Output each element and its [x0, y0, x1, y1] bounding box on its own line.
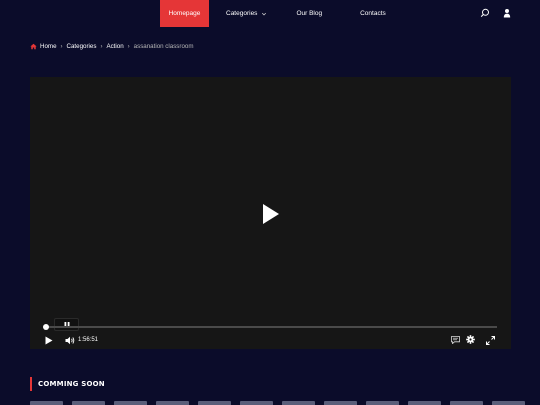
breadcrumb-current: assanation classroom: [133, 43, 194, 50]
coming-soon-thumbnail[interactable]: [408, 401, 441, 405]
coming-soon-thumbnail[interactable]: [450, 401, 483, 405]
breadcrumb: Home › Categories › Action › assanation …: [30, 42, 194, 51]
user-icon[interactable]: [502, 8, 512, 18]
pause-button[interactable]: [54, 318, 79, 331]
coming-soon-thumbnail[interactable]: [114, 401, 147, 405]
search-icon[interactable]: [480, 8, 490, 18]
gear-icon[interactable]: [466, 335, 475, 344]
volume-icon[interactable]: [65, 336, 75, 345]
coming-soon-thumbnail[interactable]: [198, 401, 231, 405]
nav-item-categories[interactable]: Categories: [226, 0, 267, 27]
coming-soon-thumbnail[interactable]: [240, 401, 273, 405]
coming-soon-thumbnail[interactable]: [492, 401, 525, 405]
play-icon[interactable]: [262, 203, 280, 225]
time-display: 1:56:51: [78, 337, 99, 343]
breadcrumb-home[interactable]: Home: [40, 43, 57, 50]
chevron-right-icon: ›: [60, 43, 63, 50]
section-heading: COMMING SOON: [30, 377, 105, 391]
nav-item-our-blog[interactable]: Our Blog: [296, 0, 322, 27]
nav-item-label: Contacts: [360, 10, 386, 17]
captions-icon[interactable]: [451, 336, 460, 344]
nav-item-label: Homepage: [168, 10, 201, 17]
progress-slider[interactable]: [43, 324, 497, 330]
fullscreen-icon[interactable]: [486, 336, 495, 345]
nav-item-contacts[interactable]: Contacts: [360, 0, 386, 27]
main-nav: Homepage Categories Our Blog Contacts: [160, 0, 386, 27]
chevron-right-icon: ›: [100, 43, 103, 50]
top-navbar: Homepage Categories Our Blog Contacts: [0, 0, 540, 27]
nav-item-label: Categories: [226, 10, 258, 17]
heading-accent-bar: [30, 377, 32, 391]
coming-soon-thumbnail[interactable]: [366, 401, 399, 405]
home-icon: [30, 43, 37, 50]
play-icon[interactable]: [45, 336, 53, 345]
coming-soon-thumbnail[interactable]: [30, 401, 63, 405]
chevron-right-icon: ›: [127, 43, 130, 50]
nav-item-homepage[interactable]: Homepage: [160, 0, 209, 27]
chevron-down-icon: [262, 12, 267, 15]
coming-soon-thumbnail[interactable]: [282, 401, 315, 405]
coming-soon-list: [30, 401, 525, 405]
section-title: COMMING SOON: [38, 380, 105, 388]
breadcrumb-categories[interactable]: Categories: [67, 43, 97, 50]
breadcrumb-genre[interactable]: Action: [106, 43, 123, 50]
coming-soon-thumbnail[interactable]: [72, 401, 105, 405]
coming-soon-thumbnail[interactable]: [324, 401, 357, 405]
nav-item-label: Our Blog: [296, 10, 323, 17]
coming-soon-thumbnail[interactable]: [156, 401, 189, 405]
